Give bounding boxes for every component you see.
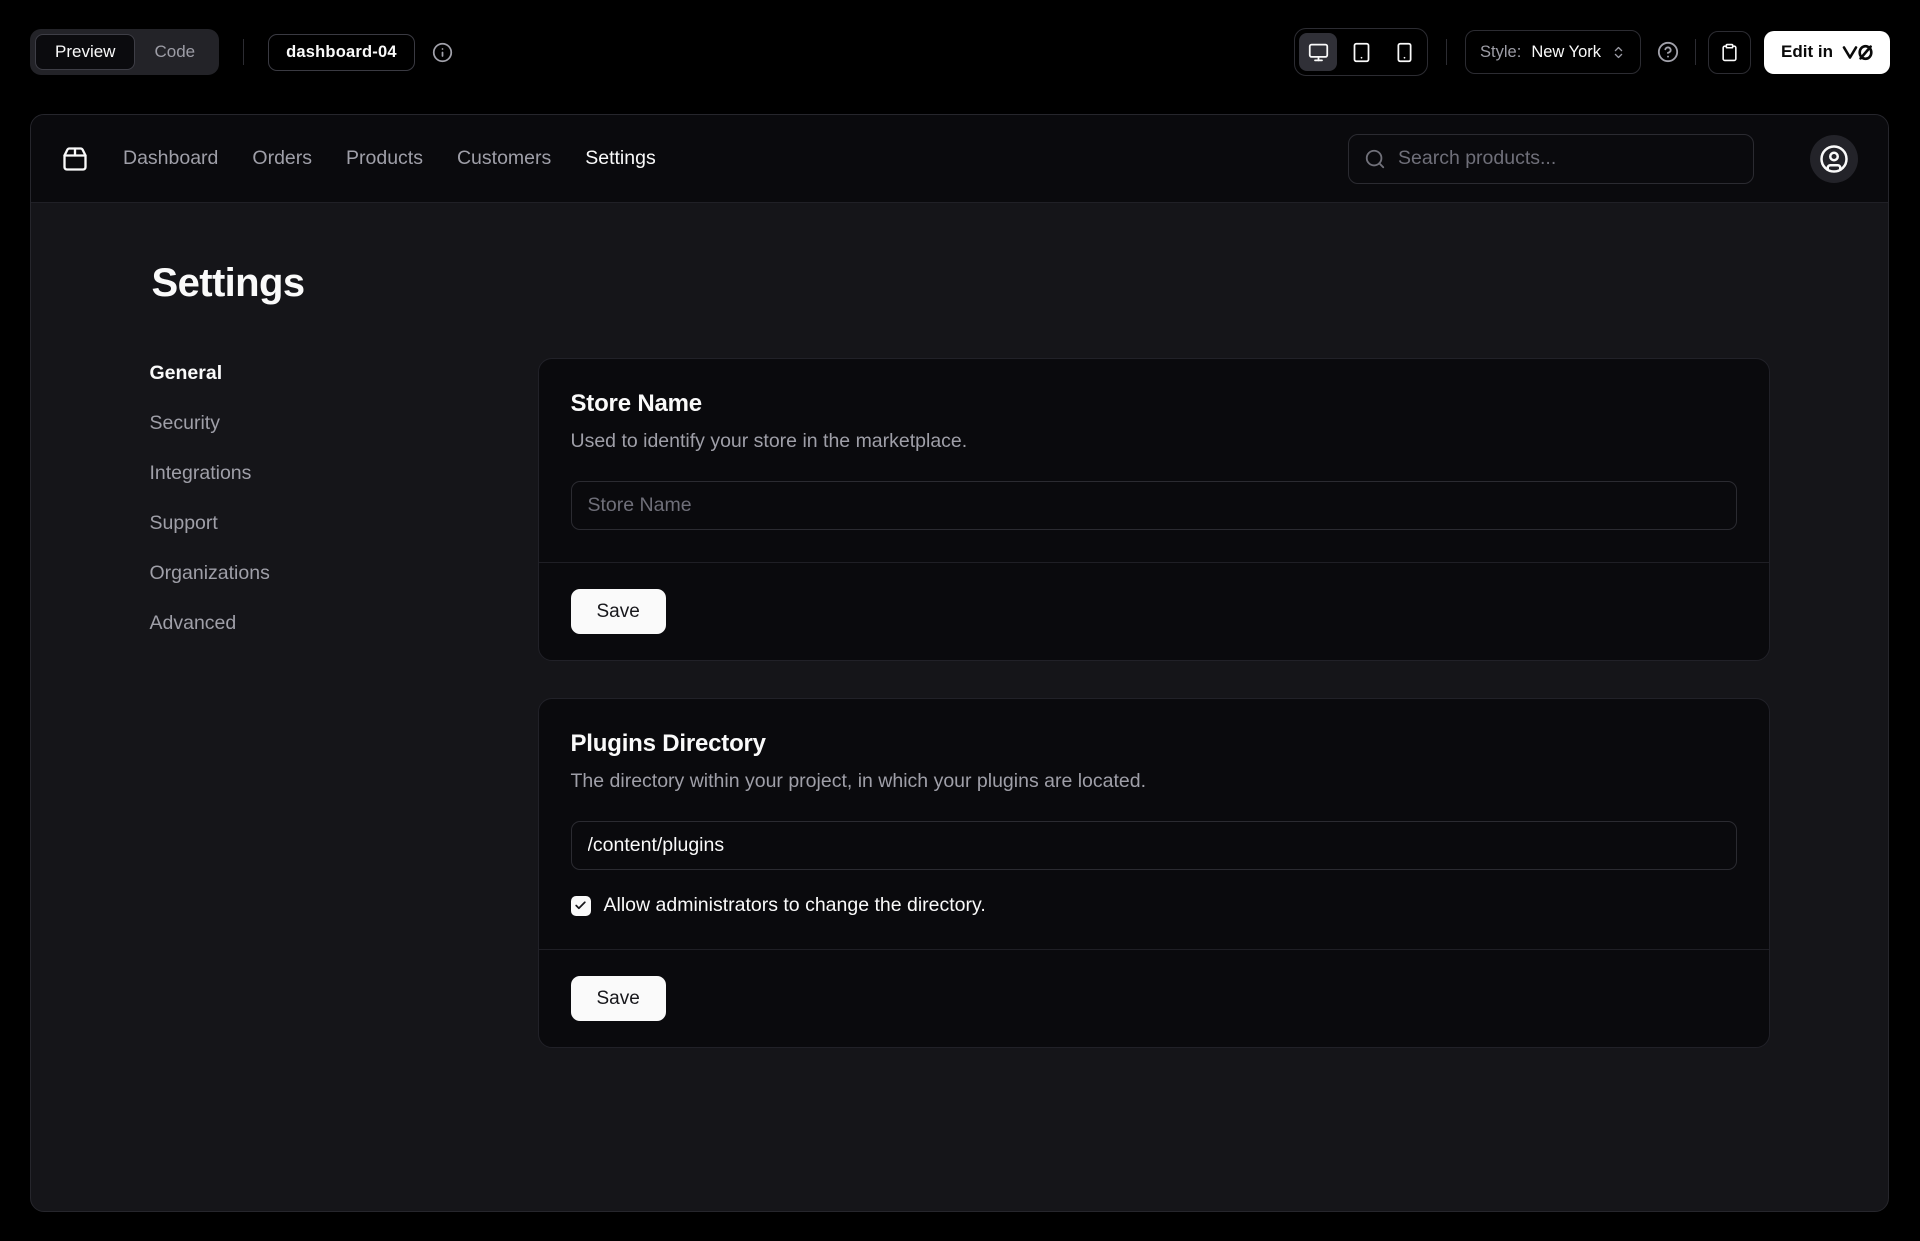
circle-help-icon xyxy=(1657,41,1679,63)
search-box xyxy=(1348,134,1754,184)
circle-user-icon xyxy=(1819,144,1849,174)
card-title: Plugins Directory xyxy=(571,730,1737,758)
desktop-view-button[interactable] xyxy=(1299,33,1337,71)
nav-link-dashboard[interactable]: Dashboard xyxy=(123,147,218,170)
card-description: Used to identify your store in the marke… xyxy=(571,430,1737,453)
save-store-name-button[interactable]: Save xyxy=(571,589,666,634)
save-plugins-directory-button[interactable]: Save xyxy=(571,976,666,1021)
style-select-label: Style: xyxy=(1480,43,1521,62)
toolbar-left: Preview Code dashboard-04 xyxy=(30,29,453,75)
preview-tab[interactable]: Preview xyxy=(35,34,135,70)
plugins-directory-card: Plugins Directory The directory within y… xyxy=(538,698,1770,1048)
user-menu-button[interactable] xyxy=(1810,135,1858,183)
sidebar-item-integrations[interactable]: Integrations xyxy=(150,462,538,485)
card-title: Store Name xyxy=(571,390,1737,418)
search-icon xyxy=(1364,148,1386,170)
tablet-icon xyxy=(1351,42,1372,63)
settings-page: Settings General Security Integrations S… xyxy=(31,203,1888,1048)
edit-in-v0-button[interactable]: Edit in xyxy=(1764,31,1890,74)
device-size-toggle xyxy=(1294,28,1428,76)
v0-logo-icon xyxy=(1842,44,1873,61)
nav-link-products[interactable]: Products xyxy=(346,147,423,170)
nav-link-settings[interactable]: Settings xyxy=(585,147,655,170)
settings-sidebar: General Security Integrations Support Or… xyxy=(150,358,538,635)
check-icon xyxy=(574,899,587,912)
sidebar-item-support[interactable]: Support xyxy=(150,512,538,535)
sidebar-item-security[interactable]: Security xyxy=(150,412,538,435)
store-name-input[interactable] xyxy=(571,481,1737,530)
v0-toolbar: Preview Code dashboard-04 xyxy=(0,0,1920,104)
toolbar-divider xyxy=(243,39,244,65)
style-select-value: New York xyxy=(1531,43,1601,62)
search-input[interactable] xyxy=(1398,147,1738,170)
card-description: The directory within your project, in wh… xyxy=(571,770,1737,793)
preview-frame: Dashboard Orders Products Customers Sett… xyxy=(30,114,1889,1212)
copy-code-button[interactable] xyxy=(1708,31,1751,74)
tablet-view-button[interactable] xyxy=(1342,33,1380,71)
card-footer: Save xyxy=(539,949,1769,1047)
toolbar-divider xyxy=(1446,39,1447,65)
allow-admin-checkbox-label[interactable]: Allow administrators to change the direc… xyxy=(604,894,986,917)
plugins-directory-input[interactable] xyxy=(571,821,1737,870)
block-name-badge: dashboard-04 xyxy=(268,34,415,71)
mobile-view-button[interactable] xyxy=(1385,33,1423,71)
code-tab[interactable]: Code xyxy=(135,34,214,70)
info-icon xyxy=(432,42,453,63)
help-button[interactable] xyxy=(1657,41,1679,63)
chevrons-up-down-icon xyxy=(1611,45,1626,60)
card-footer: Save xyxy=(539,562,1769,660)
settings-cards: Store Name Used to identify your store i… xyxy=(538,358,1770,1048)
nav-link-customers[interactable]: Customers xyxy=(457,147,551,170)
sidebar-item-general[interactable]: General xyxy=(150,362,538,385)
store-name-card: Store Name Used to identify your store i… xyxy=(538,358,1770,661)
allow-admin-checkbox[interactable] xyxy=(571,896,591,916)
toolbar-right: Style: New York Edit in xyxy=(1294,28,1890,76)
app-navbar: Dashboard Orders Products Customers Sett… xyxy=(31,115,1888,203)
sidebar-item-organizations[interactable]: Organizations xyxy=(150,562,538,585)
brand-logo-button[interactable] xyxy=(61,145,89,173)
style-select[interactable]: Style: New York xyxy=(1465,30,1641,74)
clipboard-icon xyxy=(1720,43,1739,62)
sidebar-item-advanced[interactable]: Advanced xyxy=(150,612,538,635)
package-icon xyxy=(61,145,89,173)
edit-in-v0-label: Edit in xyxy=(1781,42,1833,62)
nav-link-orders[interactable]: Orders xyxy=(252,147,312,170)
toolbar-divider xyxy=(1695,39,1696,65)
allow-admin-row: Allow administrators to change the direc… xyxy=(571,894,1737,917)
smartphone-icon xyxy=(1394,42,1415,63)
preview-code-toggle: Preview Code xyxy=(30,29,219,75)
info-button[interactable] xyxy=(432,42,453,63)
page-title: Settings xyxy=(152,261,1770,306)
monitor-icon xyxy=(1308,42,1329,63)
